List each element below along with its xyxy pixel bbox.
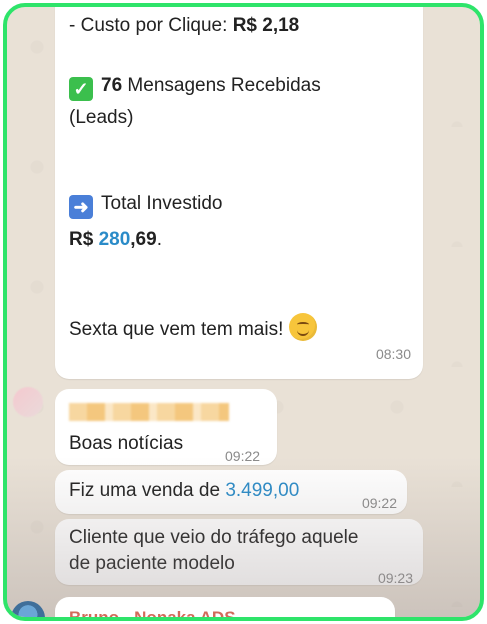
cpc-label: - Custo por Clique: bbox=[69, 15, 228, 36]
message-text: Fiz uma venda de 3.499,00 bbox=[69, 476, 299, 506]
invest-dot: . bbox=[156, 229, 162, 250]
message-text-line-2: de paciente modelo bbox=[69, 553, 235, 574]
invest-prefix: R$ bbox=[69, 229, 94, 250]
sender-avatar[interactable] bbox=[13, 387, 43, 417]
closing-line: Sexta que vem tem mais! bbox=[69, 313, 318, 345]
summary-message-bubble[interactable]: - Custo por Clique: R$ 2,18 ✓ 76 Mensagen… bbox=[55, 7, 423, 379]
message-bubble[interactable]: Fiz uma venda de 3.499,00 09:22 bbox=[55, 470, 407, 514]
cpc-value: R$ 2,18 bbox=[232, 15, 300, 36]
invest-value-line: R$ 280,69. bbox=[69, 225, 162, 255]
invest-line: ➜ Total Investido bbox=[69, 189, 222, 219]
leads-count: 76 bbox=[101, 75, 123, 96]
chat-frame: - Custo por Clique: R$ 2,18 ✓ 76 Mensagen… bbox=[3, 3, 484, 621]
leads-line: ✓ 76 Mensagens Recebidas bbox=[69, 71, 321, 101]
message-bubble[interactable]: Bruno - Nonaka ADS bbox=[55, 597, 395, 621]
cpc-line: - Custo por Clique: R$ 2,18 bbox=[69, 11, 299, 41]
closing-text: Sexta que vem tem mais! bbox=[69, 319, 284, 340]
message-time: 09:22 bbox=[361, 495, 397, 511]
message-time: 09:23 bbox=[377, 570, 413, 586]
leads-label-2: (Leads) bbox=[69, 107, 134, 128]
right-arrow-icon: ➜ bbox=[69, 195, 93, 219]
sender-name-blurred bbox=[69, 403, 229, 421]
invest-int: 280 bbox=[98, 229, 131, 250]
message-text: Boas notícias bbox=[69, 433, 184, 454]
check-mark-icon: ✓ bbox=[69, 77, 93, 101]
leads-label: Mensagens Recebidas bbox=[127, 75, 321, 96]
message-bubble[interactable]: Boas notícias 09:22 bbox=[55, 389, 277, 465]
invest-label: Total Investido bbox=[101, 193, 223, 214]
smiling-face-icon bbox=[289, 313, 318, 341]
message-prefix: Fiz uma venda de bbox=[69, 480, 221, 501]
message-time: 09:22 bbox=[225, 448, 261, 464]
message-time: 08:30 bbox=[375, 346, 411, 362]
sender-name: Bruno - Nonaka ADS bbox=[69, 608, 236, 621]
message-bubble[interactable]: Cliente que veio do tráfego aquele de pa… bbox=[55, 519, 423, 586]
sale-amount-link[interactable]: 3.499,00 bbox=[225, 480, 299, 501]
invest-dec: ,69 bbox=[130, 229, 157, 250]
